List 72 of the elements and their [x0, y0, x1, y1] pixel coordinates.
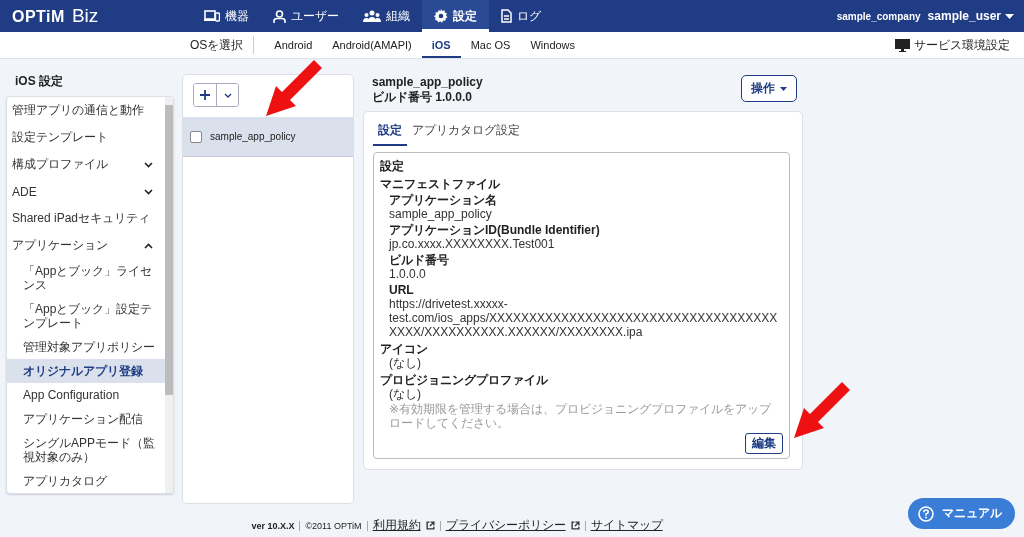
service-settings-link[interactable]: サービス環境設定	[895, 36, 1010, 54]
nav-tab[interactable]: 設定	[422, 0, 489, 32]
devices-icon	[204, 10, 220, 22]
field-value: https://drivetest.xxxxx-test.com/ios_apps/XXXXXXXXXXXXXXXXXXXXXXXXXXXXXXXXXXXXXXXX/XXXXXXXXXX.XXXXXX/XXXXXXXX.ipa	[389, 297, 779, 339]
settings-icon	[434, 9, 448, 23]
field-label: アイコン	[380, 342, 429, 356]
field-label: プロビジョニングプロファイル	[380, 373, 549, 387]
sidebar-subitem[interactable]: シングルAPPモード（監視対象のみ）	[7, 431, 165, 469]
os-tab[interactable]: iOS	[421, 32, 461, 58]
nav-tab[interactable]: 組織	[351, 0, 422, 32]
company-name: sample_company	[836, 10, 921, 22]
caret-icon	[780, 86, 787, 91]
field-value: (なし)	[388, 387, 422, 401]
copyright-text: ©2011 OPTiM	[305, 520, 362, 531]
plus-icon	[200, 90, 210, 100]
field-value: sample_app_policy	[389, 207, 493, 221]
sidebar-item[interactable]: Shared iPadセキュリティ	[7, 205, 165, 232]
field-label: ビルド番号	[389, 253, 450, 267]
section-title: 設定	[380, 158, 405, 175]
logo[interactable]: OPTiM Biz	[0, 5, 192, 27]
os-tab[interactable]: Android(AMAPI)	[322, 32, 422, 58]
policy-title: sample_app_policy	[372, 75, 483, 90]
footer-link[interactable]: プライバシーポリシー	[445, 517, 566, 534]
caret-icon	[1005, 13, 1014, 19]
field-label: アプリケーション名	[389, 193, 498, 207]
sidebar-item[interactable]: 構成プロファイル	[7, 151, 165, 178]
footer-link[interactable]: サイトマップ	[590, 517, 663, 534]
sidebar-title: iOS 設定	[14, 73, 64, 90]
field-label: アプリケーションID(Bundle Identifier)	[389, 223, 601, 237]
detail-tab[interactable]: 設定	[373, 120, 407, 146]
field-note: ※有効期限を管理する場合は、プロビジョニングプロファイルをアップロードしてください。	[388, 402, 773, 430]
detail-tab[interactable]: アプリカタログ設定	[407, 120, 525, 146]
user-menu[interactable]: sample_user	[927, 9, 1014, 23]
os-tab[interactable]: Android	[264, 32, 323, 58]
help-icon	[918, 505, 934, 522]
sidebar-subitem[interactable]: アプリカタログ	[7, 469, 165, 493]
field-label: URL	[389, 283, 415, 297]
footer-link[interactable]: 利用規約	[372, 517, 421, 534]
manual-button[interactable]: マニュアル	[908, 498, 1015, 529]
field-value: 1.0.0.0	[389, 267, 427, 281]
user-icon	[273, 9, 286, 23]
sidebar-subitem[interactable]: 管理対象アプリポリシー	[7, 335, 165, 359]
field-value: jp.co.xxxx.XXXXXXXX.Test001	[389, 237, 556, 251]
sidebar-subitem[interactable]: App Configuration	[7, 383, 165, 407]
sidebar-item[interactable]: アプリケーション	[7, 232, 165, 259]
nav-tab[interactable]: 機器	[192, 0, 261, 32]
field-label: マニフェストファイル	[380, 177, 501, 191]
field-value: (なし)	[388, 356, 422, 370]
sidebar-subitem[interactable]: オリジナルアプリ登録	[7, 359, 165, 383]
os-select-label: OSを選択	[190, 36, 244, 54]
sidebar-subitem[interactable]: 「Appとブック」ライセンス	[7, 259, 165, 297]
edit-button[interactable]: 編集	[745, 433, 783, 454]
checkbox[interactable]	[190, 130, 202, 143]
scrollbar[interactable]	[165, 97, 173, 493]
os-tab[interactable]: Mac OS	[460, 32, 521, 58]
os-tab[interactable]: Windows	[520, 32, 586, 58]
sidebar-item[interactable]: 管理アプリの通信と動作	[7, 97, 165, 124]
sidebar-subitem[interactable]: 「Appとブック」設定テンプレート	[7, 297, 165, 335]
chevron-icon	[223, 92, 232, 98]
nav-tab[interactable]: ログ	[489, 0, 553, 32]
policy-name: sample_app_policy	[210, 131, 296, 142]
nav-tab[interactable]: ユーザー	[261, 0, 351, 32]
build-number: ビルド番号 1.0.0.0	[372, 90, 474, 105]
version-text: ver 10.X.X	[251, 520, 295, 531]
document-icon	[501, 9, 512, 23]
policy-list-item[interactable]: sample_app_policy	[183, 117, 353, 157]
sidebar-item[interactable]: ADE	[7, 178, 165, 205]
action-button[interactable]: 操作	[741, 75, 797, 102]
monitor-icon	[895, 38, 910, 52]
sidebar-item[interactable]: 設定テンプレート	[7, 124, 165, 151]
group-icon	[363, 10, 381, 22]
sidebar-subitem[interactable]: アプリケーション配信	[7, 407, 165, 431]
